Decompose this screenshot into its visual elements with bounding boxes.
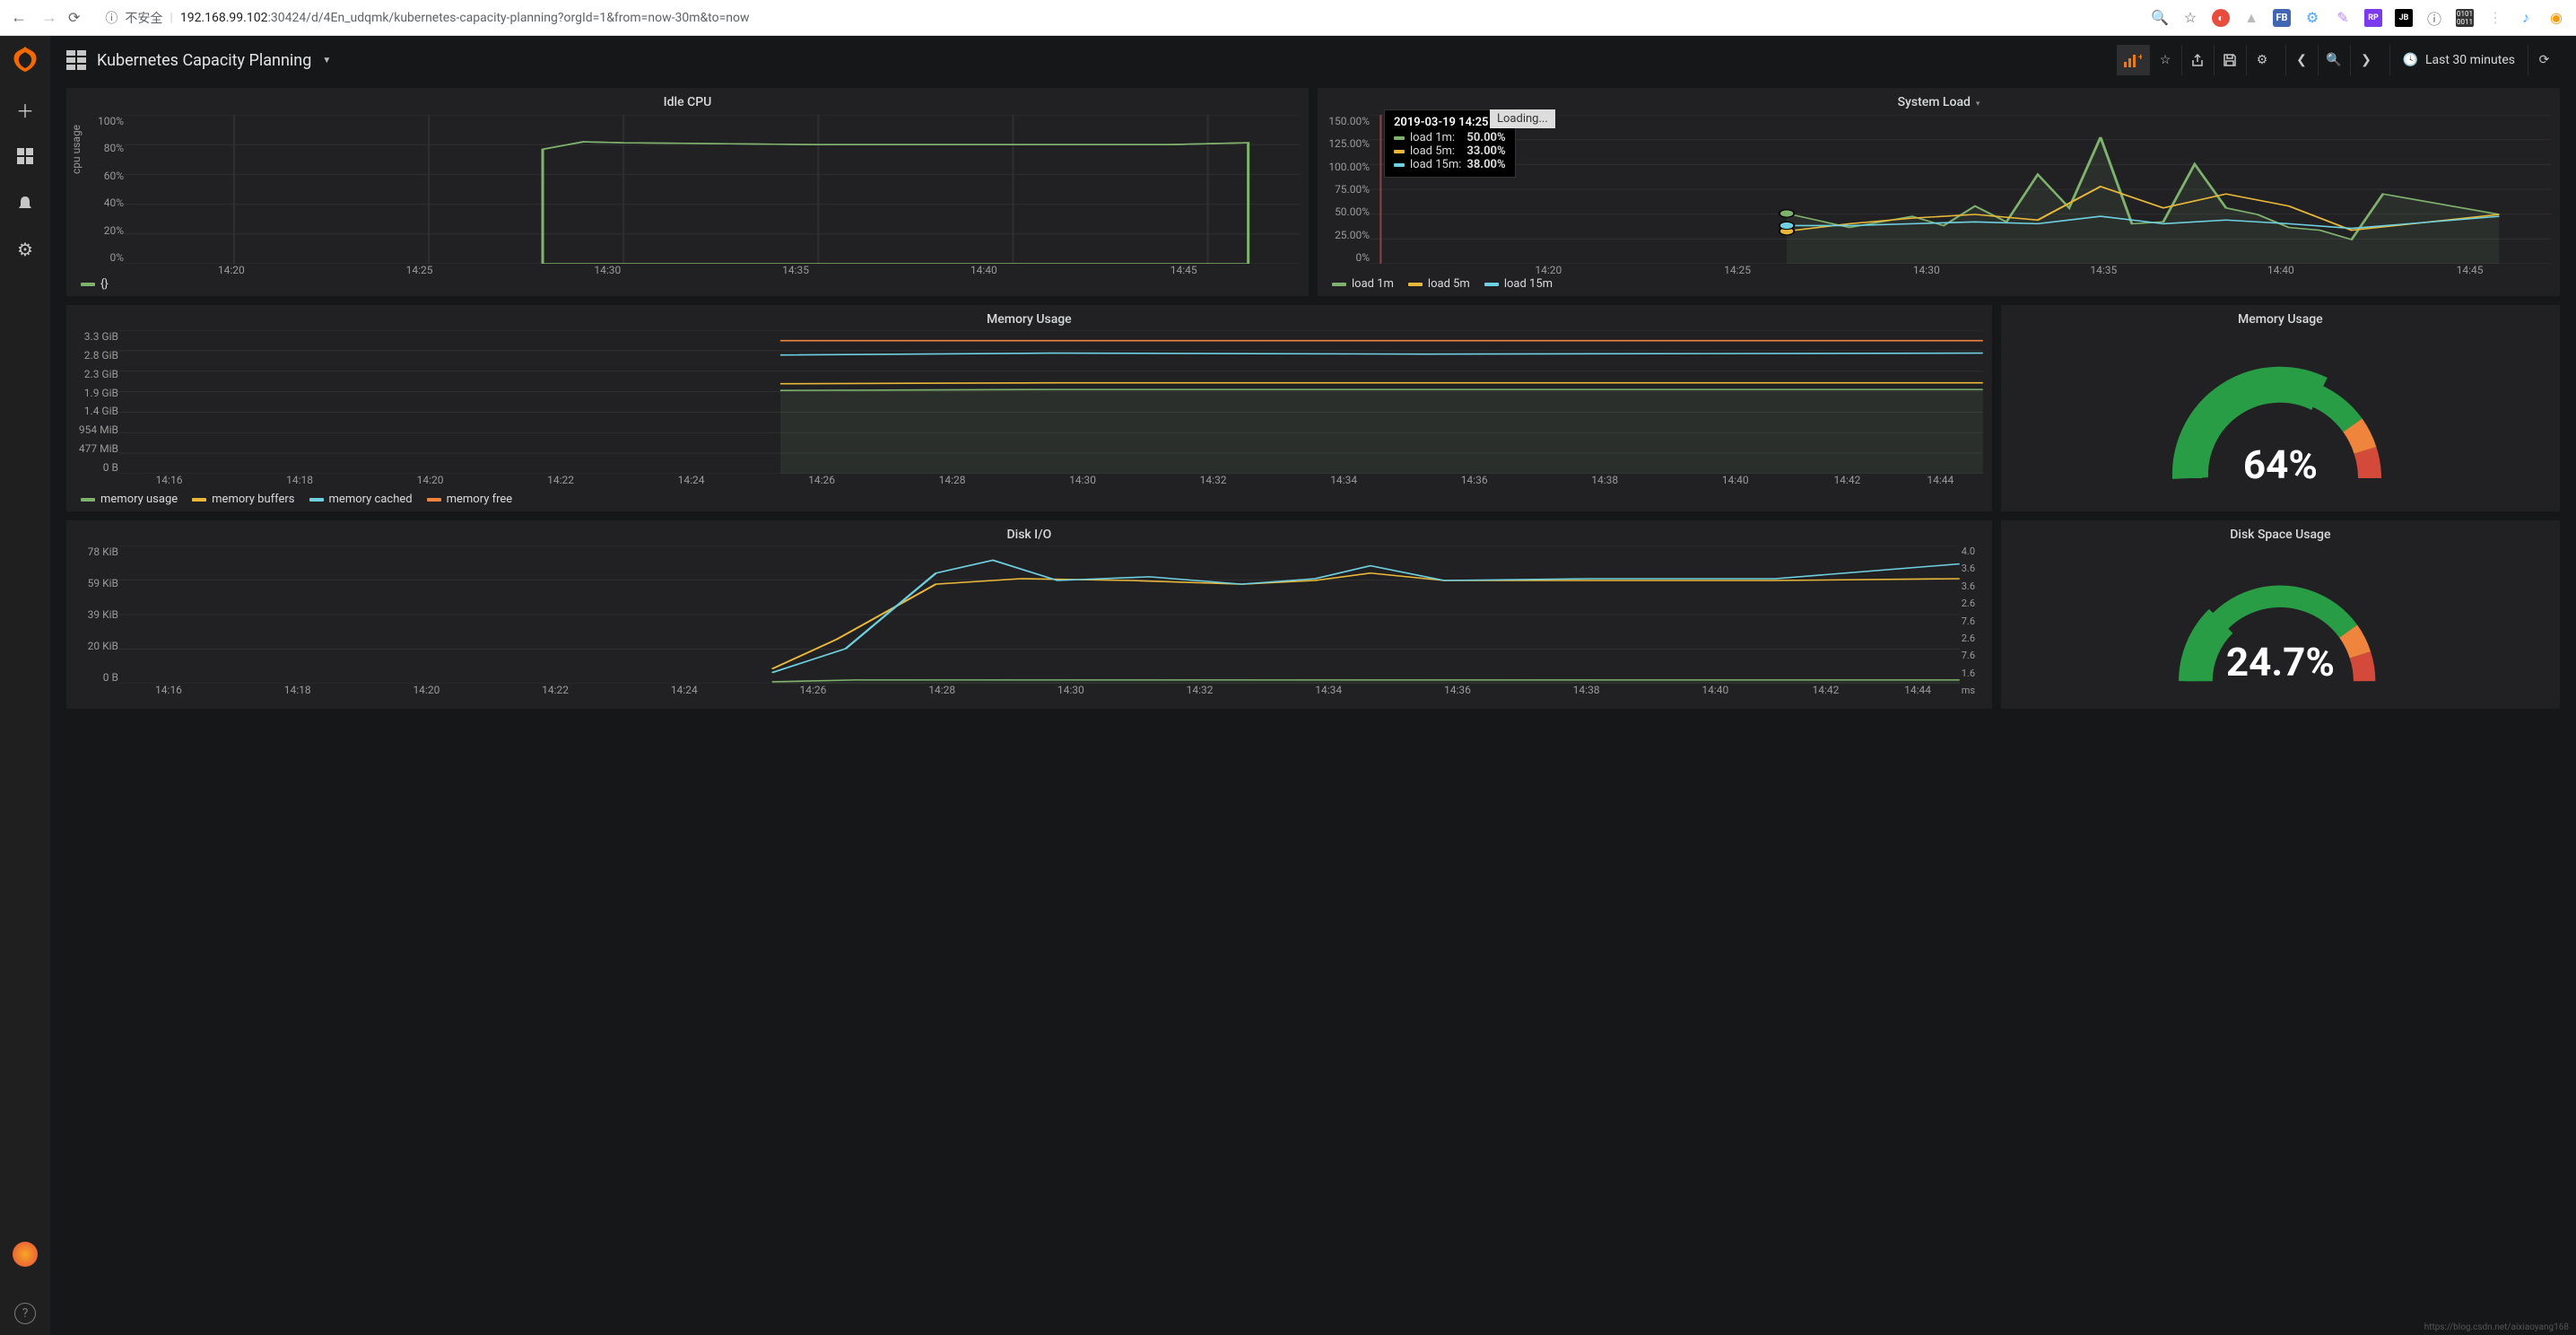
star-dashboard-button[interactable]: ☆ bbox=[2149, 45, 2181, 75]
ext-grey-icon[interactable]: ▲ bbox=[2242, 9, 2260, 27]
time-range-label: Last 30 minutes bbox=[2425, 53, 2515, 67]
panel-title: Memory Usage bbox=[2001, 305, 2560, 330]
ext-music-icon[interactable]: ♪ bbox=[2517, 9, 2535, 27]
dashboard-body: Idle CPU cpu usage 100%80 bbox=[50, 84, 2576, 1335]
toolbar: + ☆ ⚙ ❮ 🔍 ❯ 🕓 Last 30 minutes ⟳ bbox=[2117, 45, 2560, 75]
panel-disk-gauge[interactable]: Disk Space Usage 24.7% bbox=[2001, 520, 2560, 709]
ext-purple-icon[interactable]: ✎ bbox=[2334, 9, 2352, 27]
panel-title: Memory Usage bbox=[66, 305, 1992, 330]
url-rest: :30424/d/4En_udqmk/kubernetes-capacity-p… bbox=[267, 11, 749, 25]
dashboard-title[interactable]: Kubernetes Capacity Planning ▼ bbox=[66, 50, 331, 70]
add-panel-button[interactable]: + bbox=[2117, 45, 2149, 75]
add-icon[interactable]: ＋ bbox=[14, 99, 36, 120]
panel-system-load[interactable]: System Load Loading... 2019-03-19 14:25 … bbox=[1318, 88, 2560, 296]
loading-badge: Loading... bbox=[1490, 109, 1555, 128]
back-button[interactable]: ← bbox=[11, 8, 27, 27]
browser-extensions: 🔍 ☆ ◐ ▲ FB ⚙ ✎ RP JB ⓘ 01010011 ⋮ ♪ ◉ bbox=[2151, 9, 2565, 27]
ext-orange-icon[interactable]: ◉ bbox=[2547, 9, 2565, 27]
url-host: 192.168.99.102 bbox=[180, 11, 268, 25]
browser-bar: ← → ⟳ ⓘ 不安全 | 192.168.99.102:30424/d/4En… bbox=[0, 0, 2576, 36]
config-gear-icon[interactable]: ⚙ bbox=[14, 239, 36, 260]
forward-button[interactable]: → bbox=[41, 8, 57, 27]
user-avatar[interactable] bbox=[13, 1242, 38, 1267]
ext-ublock-icon[interactable]: ◐ bbox=[2212, 9, 2230, 27]
panel-title: Disk Space Usage bbox=[2001, 520, 2560, 545]
tooltip-time: 2019-03-19 14:25 bbox=[1394, 116, 1506, 129]
sidebar: ＋ ⚙ ? bbox=[0, 36, 50, 1335]
ext-jb-icon[interactable]: JB bbox=[2395, 9, 2413, 27]
gauge-value: 24.7% bbox=[2001, 639, 2560, 685]
time-back-button[interactable]: ❮ bbox=[2285, 45, 2318, 75]
dashboards-icon[interactable] bbox=[14, 145, 36, 167]
insecure-icon: ⓘ bbox=[105, 9, 117, 27]
grafana-logo-icon[interactable] bbox=[11, 45, 39, 74]
search-icon[interactable]: 🔍 bbox=[2151, 9, 2169, 27]
dashboard-grid-icon bbox=[66, 50, 86, 70]
y-axis-label: cpu usage bbox=[70, 125, 83, 174]
insecure-label: 不安全 bbox=[125, 9, 162, 27]
ext-rp-icon[interactable]: RP bbox=[2364, 9, 2382, 27]
settings-gear-button[interactable]: ⚙ bbox=[2246, 45, 2278, 75]
ext-bin-icon[interactable]: 01010011 bbox=[2456, 9, 2474, 27]
time-range-picker[interactable]: 🕓 Last 30 minutes bbox=[2389, 45, 2528, 75]
gauge-value: 64% bbox=[2001, 441, 2560, 488]
ext-fb-icon[interactable]: FB bbox=[2273, 9, 2291, 27]
clock-icon: 🕓 bbox=[2403, 53, 2418, 67]
panel-title: Idle CPU bbox=[66, 88, 1309, 113]
reload-button[interactable]: ⟳ bbox=[68, 9, 80, 26]
legend: memory usage memory buffers memory cache… bbox=[81, 493, 512, 506]
save-button[interactable] bbox=[2214, 45, 2246, 75]
time-forward-button[interactable]: ❯ bbox=[2350, 45, 2382, 75]
help-icon[interactable]: ? bbox=[14, 1303, 36, 1324]
topbar: Kubernetes Capacity Planning ▼ + ☆ ⚙ ❮ 🔍… bbox=[50, 36, 2576, 84]
ext-info-icon[interactable]: ⓘ bbox=[2425, 9, 2443, 27]
legend: {} bbox=[81, 277, 109, 291]
share-button[interactable] bbox=[2181, 45, 2214, 75]
chevron-down-icon: ▼ bbox=[322, 56, 331, 65]
legend: load 1m load 5m load 15m bbox=[1332, 277, 1553, 291]
svg-text:+: + bbox=[2138, 53, 2142, 63]
ext-gear-icon[interactable]: ⚙ bbox=[2303, 9, 2321, 27]
url-bar[interactable]: ⓘ 不安全 | 192.168.99.102:30424/d/4En_udqmk… bbox=[94, 5, 2137, 31]
star-icon[interactable]: ☆ bbox=[2181, 9, 2199, 27]
dashboard-title-text: Kubernetes Capacity Planning bbox=[97, 51, 311, 70]
panel-disk-io[interactable]: Disk I/O 78 KiB59 KiB3 bbox=[66, 520, 1992, 709]
alerting-icon[interactable] bbox=[14, 192, 36, 214]
panel-memory-gauge[interactable]: Memory Usage bbox=[2001, 305, 2560, 511]
refresh-button[interactable]: ⟳ bbox=[2528, 45, 2560, 75]
panel-idle-cpu[interactable]: Idle CPU cpu usage 100%80 bbox=[66, 88, 1309, 296]
panel-memory-usage[interactable]: Memory Usage bbox=[66, 305, 1992, 511]
panel-title: Disk I/O bbox=[66, 520, 1992, 545]
watermark: https://blog.csdn.net/aixiaoyang168 bbox=[2424, 1322, 2569, 1332]
zoom-out-button[interactable]: 🔍 bbox=[2318, 45, 2350, 75]
